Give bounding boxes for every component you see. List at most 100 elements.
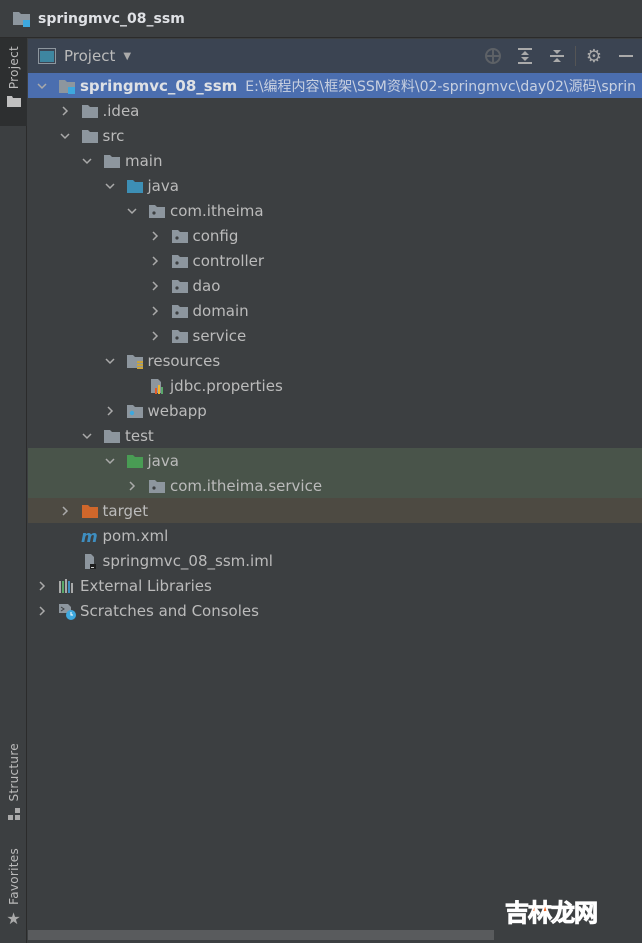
tree-item-label: java [148, 452, 179, 470]
maven-icon: m [81, 527, 99, 546]
tree-item-name: External Libraries [80, 576, 212, 595]
tree-item-label: webapp [148, 402, 207, 420]
tree-row[interactable]: m pom.xml [28, 523, 642, 548]
tree-item-label: domain [193, 302, 249, 320]
expand-all-button[interactable] [509, 39, 541, 73]
tree-row[interactable]: Scratches and Consoles [28, 598, 642, 623]
package-icon [171, 278, 189, 294]
chevron-down-icon[interactable] [104, 455, 116, 467]
chevron-down-icon[interactable] [126, 205, 138, 217]
test-source-folder-icon [126, 453, 144, 469]
tree-row[interactable]: webapp [28, 398, 642, 423]
tree-item-name: Scratches and Consoles [80, 601, 259, 620]
tree-item-label: resources [148, 352, 221, 370]
watermark-part1: 吉林 [505, 899, 553, 928]
chevron-right-icon[interactable] [59, 505, 71, 517]
locate-button[interactable] [477, 39, 509, 73]
minimize-button[interactable] [610, 39, 642, 73]
tree-row[interactable]: resources [28, 348, 642, 373]
tree-item-label: com.itheima.service [170, 477, 322, 495]
tree-item-label: config [193, 227, 239, 245]
tree-row[interactable]: config [28, 223, 642, 248]
tree-row[interactable]: External Libraries [28, 573, 642, 598]
excluded-folder-icon [81, 503, 99, 519]
tree-item-label: External Libraries [80, 577, 212, 595]
chevron-right-icon[interactable] [149, 280, 161, 292]
tree-item-name: .idea [102, 101, 140, 120]
tree-row[interactable]: src [28, 123, 642, 148]
tree-item-name: test [125, 426, 154, 445]
tree-row[interactable]: com.itheima [28, 198, 642, 223]
chevron-down-icon[interactable] [81, 430, 93, 442]
chevron-down-icon[interactable] [59, 130, 71, 142]
sidebar-tab-label: Structure [6, 743, 21, 802]
chevron-right-icon[interactable] [36, 605, 48, 617]
tree-item-name: target [102, 501, 149, 520]
chevron-right-icon[interactable] [149, 330, 161, 342]
settings-button[interactable]: ⚙ [578, 39, 610, 73]
tree-row[interactable]: controller [28, 248, 642, 273]
tree-row[interactable]: main [28, 148, 642, 173]
tree-row[interactable]: springmvc_08_ssm.iml [28, 548, 642, 573]
tree-item-name: main [125, 151, 163, 170]
tree-row[interactable]: java [28, 173, 642, 198]
left-tool-strip: Project Structure Favorites ★ [0, 38, 27, 943]
tree-row[interactable]: service [28, 323, 642, 348]
sidebar-tab-project[interactable]: Project [0, 38, 27, 126]
chevron-right-icon[interactable] [149, 305, 161, 317]
tree-row[interactable]: springmvc_08_ssm E:\编程内容\框架\SSM资料\02-spri… [28, 73, 642, 98]
sidebar-tab-favorites[interactable]: Favorites ★ [0, 848, 27, 943]
project-tree[interactable]: springmvc_08_ssm E:\编程内容\框架\SSM资料\02-spri… [28, 73, 642, 623]
tree-item-name: springmvc_08_ssm.iml [102, 551, 273, 570]
chevron-down-icon[interactable] [104, 180, 116, 192]
tree-row[interactable]: java [28, 448, 642, 473]
view-dropdown-icon[interactable]: ▼ [123, 51, 131, 62]
tree-row[interactable]: .idea [28, 98, 642, 123]
tree-item-name: java [147, 451, 179, 470]
tree-row[interactable]: domain [28, 298, 642, 323]
properties-file-icon [148, 378, 166, 394]
tree-item-label: dao [193, 277, 221, 295]
folder-icon [81, 128, 99, 144]
chevron-right-icon[interactable] [126, 480, 138, 492]
chevron-right-icon[interactable] [149, 255, 161, 267]
chevron-right-icon[interactable] [36, 580, 48, 592]
horizontal-scrollbar[interactable] [28, 930, 494, 940]
chevron-down-icon[interactable] [104, 355, 116, 367]
chevron-down-icon[interactable] [81, 155, 93, 167]
libraries-icon [58, 578, 76, 594]
tree-item-label: jdbc.properties [170, 377, 283, 395]
chevron-down-icon[interactable] [36, 80, 48, 92]
window-titlebar: springmvc_08_ssm [0, 0, 642, 38]
tree-item-name: domain [192, 301, 249, 320]
package-icon [148, 203, 166, 219]
sidebar-tab-label: Project [6, 46, 21, 90]
folder-icon [6, 96, 21, 108]
gear-icon: ⚙ [585, 45, 603, 67]
tree-item-name: src [102, 126, 125, 145]
tree-row[interactable]: test [28, 423, 642, 448]
tree-row[interactable]: dao [28, 273, 642, 298]
tree-item-label: src [103, 127, 125, 145]
package-icon [171, 228, 189, 244]
tree-row[interactable]: jdbc.properties [28, 373, 642, 398]
sidebar-tab-structure[interactable]: Structure [0, 743, 27, 833]
chevron-right-icon[interactable] [104, 405, 116, 417]
tree-item-label: test [125, 427, 154, 445]
tree-item-name: java [147, 176, 179, 195]
tree-item-label: service [193, 327, 247, 345]
chevron-right-icon[interactable] [149, 230, 161, 242]
tree-row[interactable]: target [28, 498, 642, 523]
collapse-all-button[interactable] [541, 39, 573, 73]
package-icon [171, 253, 189, 269]
tree-row[interactable]: com.itheima.service [28, 473, 642, 498]
tree-item-name: springmvc_08_ssm [80, 76, 238, 95]
module-folder-icon [13, 11, 30, 27]
chevron-right-icon[interactable] [59, 105, 71, 117]
tree-item-name: pom.xml [102, 526, 169, 545]
tree-item-name: config [192, 226, 239, 245]
module-path: E:\编程内容\框架\SSM资料\02-springmvc\day02\源码\s… [245, 78, 637, 95]
tree-item-label: java [148, 177, 179, 195]
panel-title[interactable]: Project [64, 47, 115, 65]
scratches-icon [58, 603, 76, 620]
